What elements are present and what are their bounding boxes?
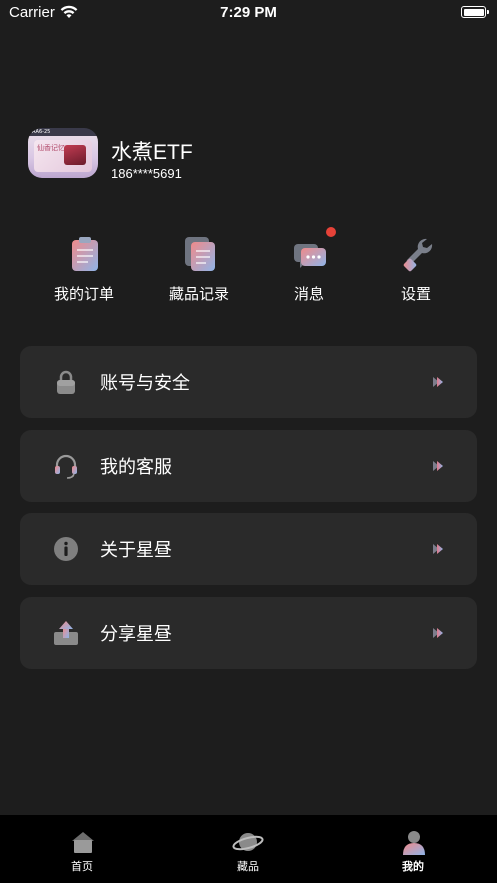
chevron-right-icon — [433, 377, 443, 387]
planet-icon — [232, 833, 264, 851]
chat-bubble-icon — [294, 244, 326, 268]
tab-home[interactable]: 首页 — [22, 815, 142, 883]
quick-action-orders[interactable]: 我的订单 — [44, 233, 124, 303]
documents-icon — [185, 237, 215, 271]
quick-action-collection-records[interactable]: 藏品记录 — [159, 233, 239, 303]
menu-item-label: 我的客服 — [100, 457, 172, 478]
avatar-card-image — [64, 145, 86, 165]
headset-icon — [55, 454, 77, 479]
info-icon — [54, 537, 78, 561]
clipboard-icon — [72, 237, 98, 271]
quick-action-label: 藏品记录 — [168, 285, 229, 303]
quick-action-label: 消息 — [293, 285, 324, 303]
menu-item-label: 关于星昼 — [100, 540, 172, 561]
menu-item-label: 分享星昼 — [100, 624, 172, 645]
menu-item-account-security[interactable]: 账号与安全 — [20, 346, 477, 418]
tab-label: 首页 — [71, 860, 93, 873]
avatar-card: 仙香记忆 — [34, 140, 92, 172]
tab-bar: 首页 藏品 我的 — [0, 815, 497, 883]
user-phone: 186****5691 — [111, 166, 182, 181]
unread-badge — [326, 227, 336, 237]
battery-icon — [461, 6, 489, 18]
quick-action-messages[interactable]: 消息 — [269, 227, 349, 303]
wrench-icon — [403, 238, 433, 272]
quick-action-label: 我的订单 — [53, 285, 114, 303]
tab-label: 藏品 — [237, 860, 259, 873]
share-icon — [54, 621, 78, 645]
avatar-card-text: 仙香记忆 — [37, 144, 65, 152]
user-nickname: 水煮ETF — [111, 141, 193, 164]
chevron-right-icon — [433, 544, 443, 554]
chevron-right-icon — [433, 628, 443, 638]
avatar-tag-text: AA6-25 — [32, 129, 51, 135]
profile-header[interactable]: AA6-25 仙香记忆 水煮ETF 186****5691 — [28, 128, 468, 181]
menu-item-label: 账号与安全 — [100, 373, 190, 394]
clock: 7:29 PM — [220, 4, 277, 21]
tab-collection[interactable]: 藏品 — [188, 815, 308, 883]
menu-item-customer-service[interactable]: 我的客服 — [20, 430, 477, 502]
chevron-right-icon — [433, 461, 443, 471]
home-icon — [72, 832, 94, 853]
tab-mine[interactable]: 我的 — [353, 815, 473, 883]
tab-label: 我的 — [402, 860, 424, 873]
user-icon — [403, 831, 425, 855]
lock-icon — [57, 370, 75, 394]
menu-item-share[interactable]: 分享星昼 — [20, 597, 477, 669]
quick-action-label: 设置 — [400, 285, 431, 303]
quick-action-settings[interactable]: 设置 — [376, 233, 456, 303]
status-bar: Carrier 7:29 PM — [0, 0, 497, 26]
avatar[interactable]: AA6-25 仙香记忆 — [28, 128, 98, 178]
menu-item-about[interactable]: 关于星昼 — [20, 513, 477, 585]
